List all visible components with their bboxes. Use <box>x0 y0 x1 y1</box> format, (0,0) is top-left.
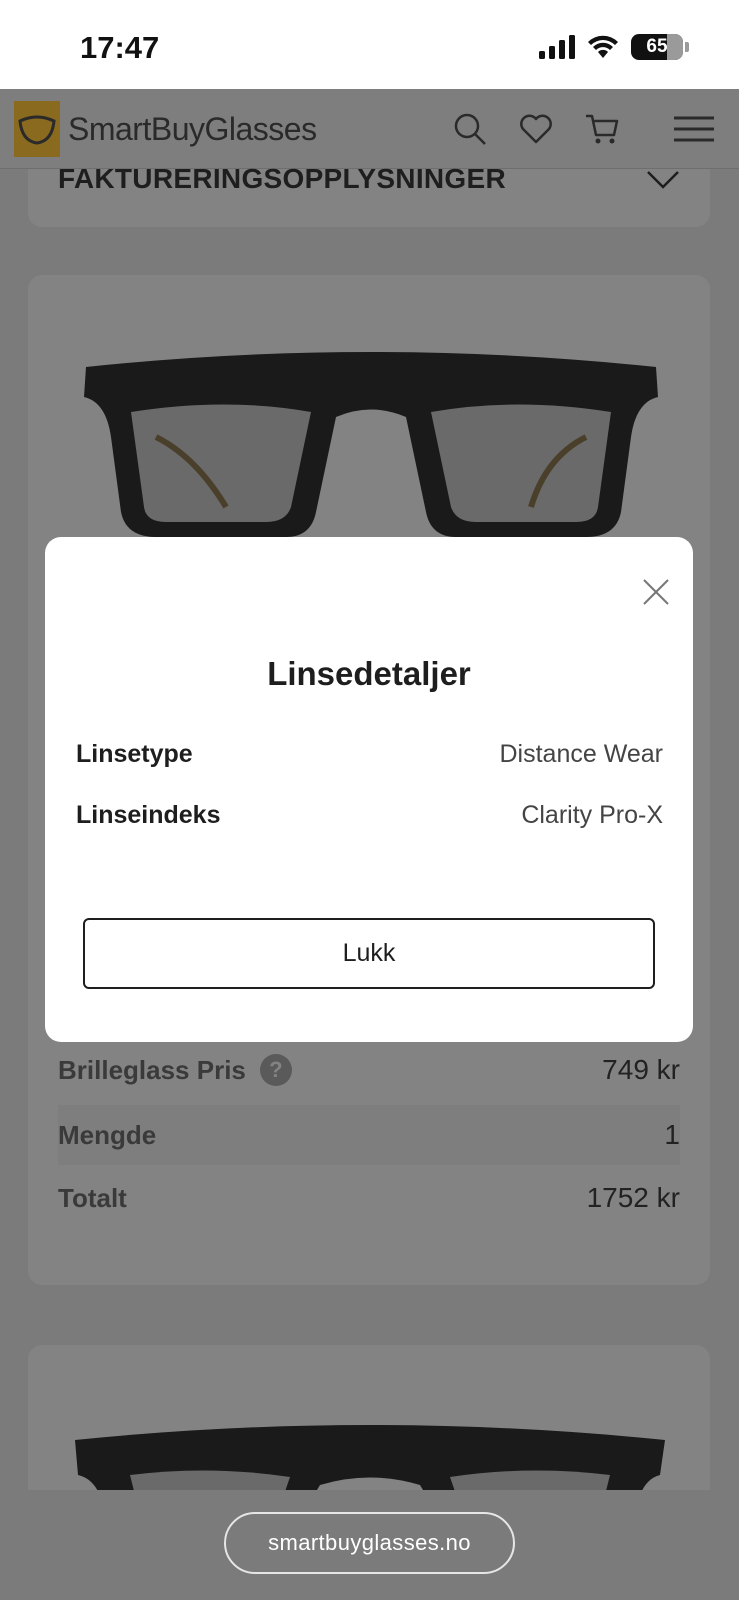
lens-type-label: Linsetype <box>76 740 193 768</box>
cellular-signal-icon <box>539 35 575 59</box>
billing-title: FAKTURERINGSOPPLYSNINGER <box>58 163 507 194</box>
modal-title: Linsedetaljer <box>267 655 471 692</box>
wifi-icon <box>588 35 618 58</box>
chevron-down-icon[interactable] <box>646 169 680 191</box>
status-icons: 65 <box>539 34 689 60</box>
status-bar: 17:47 65 <box>0 0 739 89</box>
close-button[interactable]: Lukk <box>83 918 655 989</box>
menu-icon[interactable] <box>672 111 716 147</box>
lens-price-row: Brilleglass Pris ? 749 kr <box>58 1040 680 1100</box>
lens-index-label: Linseindeks <box>76 801 221 829</box>
help-icon[interactable]: ? <box>259 1054 292 1086</box>
lens-index-value: Clarity Pro-X <box>521 801 663 829</box>
lens-price-value: 749 kr <box>602 1054 680 1085</box>
battery-tip <box>685 42 689 52</box>
quantity-row: Mengde 1 <box>58 1105 680 1165</box>
total-value: 1752 kr <box>586 1182 680 1213</box>
lens-price-label-text: Brilleglass Pris <box>58 1054 246 1085</box>
status-time: 17:47 <box>80 30 160 65</box>
battery-icon: 65 <box>631 34 683 60</box>
lens-index-row: Linseindeks Clarity Pro-X <box>76 801 663 830</box>
lens-type-row: Linsetype Distance Wear <box>76 740 663 769</box>
lens-price-label: Brilleglass Pris ? <box>58 1054 292 1086</box>
logo-text[interactable]: SmartBuyGlasses <box>68 111 317 148</box>
search-icon[interactable] <box>452 111 488 147</box>
battery-percent: 65 <box>646 36 668 57</box>
total-row: Totalt 1752 kr <box>58 1168 680 1228</box>
heart-icon[interactable] <box>518 111 554 147</box>
cart-icon[interactable] <box>584 111 620 147</box>
close-icon[interactable] <box>641 577 671 607</box>
lens-details-modal: Linsedetaljer Linsetype Distance Wear Li… <box>45 537 693 1042</box>
lens-type-value: Distance Wear <box>499 740 664 768</box>
billing-accordion[interactable]: FAKTURERINGSOPPLYSNINGER <box>28 163 710 227</box>
quantity-label: Mengde <box>58 1119 157 1150</box>
glasses-image-2 <box>75 1425 665 1495</box>
url-pill[interactable]: smartbuyglasses.no <box>224 1512 515 1574</box>
logo-icon[interactable] <box>14 101 60 157</box>
total-label: Totalt <box>58 1182 127 1213</box>
product-card-2 <box>28 1345 710 1495</box>
battery-level <box>667 34 683 60</box>
site-header: SmartBuyGlasses <box>0 89 739 169</box>
browser-url-bar: smartbuyglasses.no <box>0 1490 739 1600</box>
glasses-image <box>84 352 658 537</box>
quantity-value: 1 <box>664 1119 680 1150</box>
